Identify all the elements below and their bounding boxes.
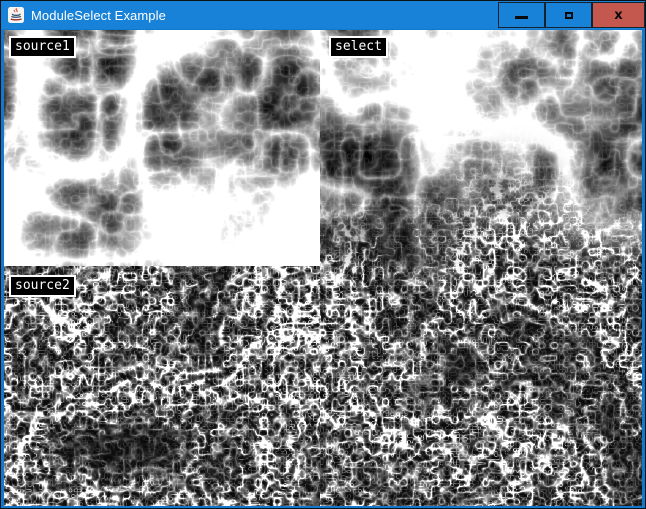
close-icon: x xyxy=(614,9,622,22)
source1-noise-image xyxy=(4,30,320,266)
maximize-button[interactable] xyxy=(545,2,592,28)
window-title: ModuleSelect Example xyxy=(31,8,166,23)
label-select: select xyxy=(329,36,388,58)
titlebar[interactable]: ModuleSelect Example x xyxy=(1,1,645,29)
select-noise-image xyxy=(320,30,642,506)
app-window: ModuleSelect Example x source1 select so… xyxy=(0,0,646,509)
window-controls: x xyxy=(498,2,645,28)
maximize-icon xyxy=(565,12,573,19)
java-coffee-cup-icon xyxy=(8,7,24,23)
render-area: source1 select source2 xyxy=(4,30,642,506)
source2-noise-image xyxy=(4,266,320,506)
minimize-button[interactable] xyxy=(498,2,545,28)
label-source1: source1 xyxy=(9,36,76,58)
close-button[interactable]: x xyxy=(592,2,645,28)
minimize-icon xyxy=(515,16,528,19)
label-source2: source2 xyxy=(9,275,76,297)
window-frame: source1 select source2 xyxy=(1,29,645,509)
